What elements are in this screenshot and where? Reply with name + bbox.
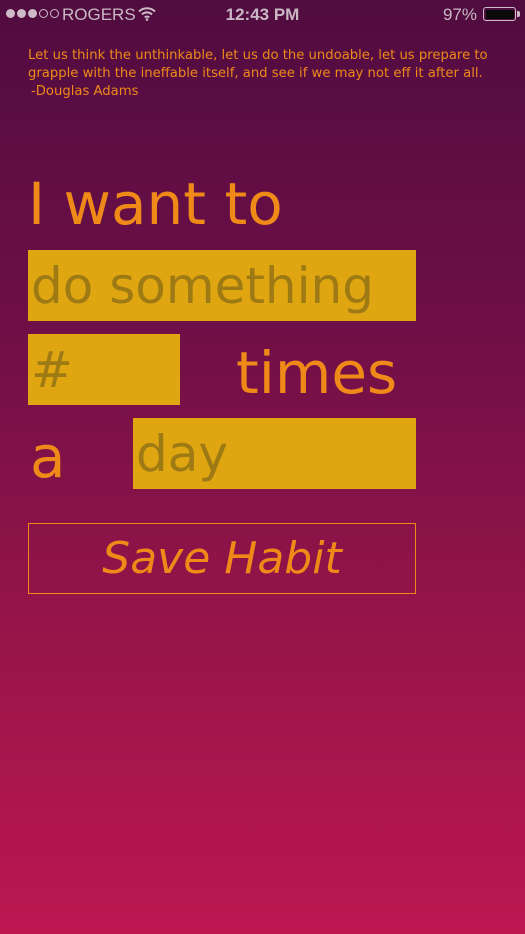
battery-percentage: 97%	[442, 5, 477, 24]
times-label: times	[236, 339, 398, 407]
habit-count-input[interactable]	[28, 334, 180, 405]
quote-author: -Douglas Adams	[31, 84, 139, 99]
save-habit-button[interactable]: Save Habit	[28, 523, 416, 594]
quote-block: Let us think the unthinkable, let us do …	[28, 47, 508, 101]
habit-period-input[interactable]	[133, 418, 416, 489]
status-bar: ROGERS 12:43 PM 97%	[0, 0, 525, 30]
habit-action-input[interactable]	[28, 250, 416, 321]
intro-text: I want to	[28, 170, 283, 238]
battery-tip	[517, 11, 520, 17]
a-label: a	[30, 423, 66, 491]
battery-level	[485, 9, 514, 19]
battery-icon	[483, 7, 516, 21]
quote-text: Let us think the unthinkable, let us do …	[28, 48, 488, 81]
